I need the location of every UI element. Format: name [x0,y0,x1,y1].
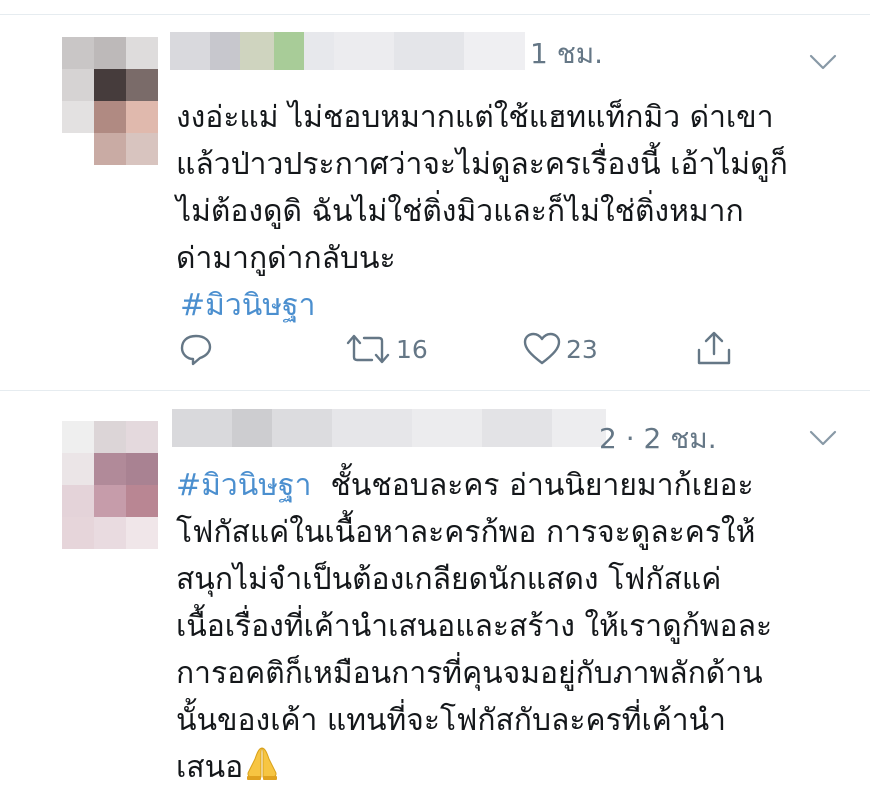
tweet-line-1: #มิวนิษฐา ชั้นชอบละคร อ่านนิยายมาก้เยอะ [176,462,754,509]
like-count: 23 [566,334,598,364]
hashtag-link[interactable]: #มิวนิษฐา [180,282,315,329]
folded-hands-emoji [247,747,278,780]
author-name-blurred[interactable] [172,409,606,447]
timeline: 1 ชม. งงอ่ะแม่ ไม่ชอบหมากแต่ใช้แฮทแท็กมิ… [0,0,870,796]
avatar[interactable] [62,37,158,165]
chevron-down-icon[interactable] [808,428,838,448]
timestamp[interactable]: 1 ชม. [530,36,603,72]
tweet-line-2: แล้วป่าวประกาศว่าจะไม่ดูละครเรื่องนี้ เอ… [176,147,788,182]
tweet-line-5: การอคติก็เหมือนการที่คุนจมอยู่กับภาพลักด… [176,656,763,691]
share-icon [697,331,731,365]
tweet-line-6: นั้นของเค้า แทนที่จะโฟกัสกับละครที่เค้าน… [176,703,726,738]
retweet-icon [346,334,390,364]
tweet-line-1-text: ชั้นชอบละคร อ่านนิยายมาก้เยอะ [311,468,754,503]
retweet-button[interactable]: 16 [344,329,428,369]
like-button[interactable]: 23 [522,329,598,369]
tweet-line-4: ด่ามากูด่ากลับนะ [176,241,396,276]
tweet-actions: 16 23 [178,329,738,369]
reply-icon [180,334,212,366]
tweet-line-7: เสนอ [176,744,281,791]
share-button[interactable] [694,329,734,369]
chevron-down-icon[interactable] [808,52,838,72]
tweet-line-4: เนื้อเรื่องที่เค้านำเสนอและสร้าง ให้เราด… [176,609,773,644]
tweet-line-3: สนุกไม่จำเป็นต้องเกลียดนักแสดง โฟกัสแค่ [176,562,722,597]
tweet-2[interactable]: 2 · 2 ชม. #มิวนิษฐา ชั้นชอบละคร อ่านนิยา… [0,391,870,796]
tweet-line-7-text: เสนอ [176,750,244,785]
tweet-line-2: โฟกัสแค่ในเนื้อหาละครก้พอ การจะดูละครให้ [176,515,756,550]
hashtag-link[interactable]: #มิวนิษฐา [176,468,311,503]
tweet-1[interactable]: 1 ชม. งงอ่ะแม่ ไม่ชอบหมากแต่ใช้แฮทแท็กมิ… [0,15,870,388]
avatar[interactable] [62,421,158,549]
author-name-blurred[interactable] [170,32,525,70]
tweet-line-3: ไม่ต้องดูดิ ฉันไม่ใช่ติ่งมิวและก็ไม่ใช่ต… [176,194,744,229]
retweet-count: 16 [396,334,428,364]
reply-button[interactable] [178,329,214,369]
timestamp[interactable]: 2 · 2 ชม. [599,421,717,457]
tweet-line-1: งงอ่ะแม่ ไม่ชอบหมากแต่ใช้แฮทแท็กมิว ด่าเ… [176,100,774,135]
heart-icon [523,332,561,365]
